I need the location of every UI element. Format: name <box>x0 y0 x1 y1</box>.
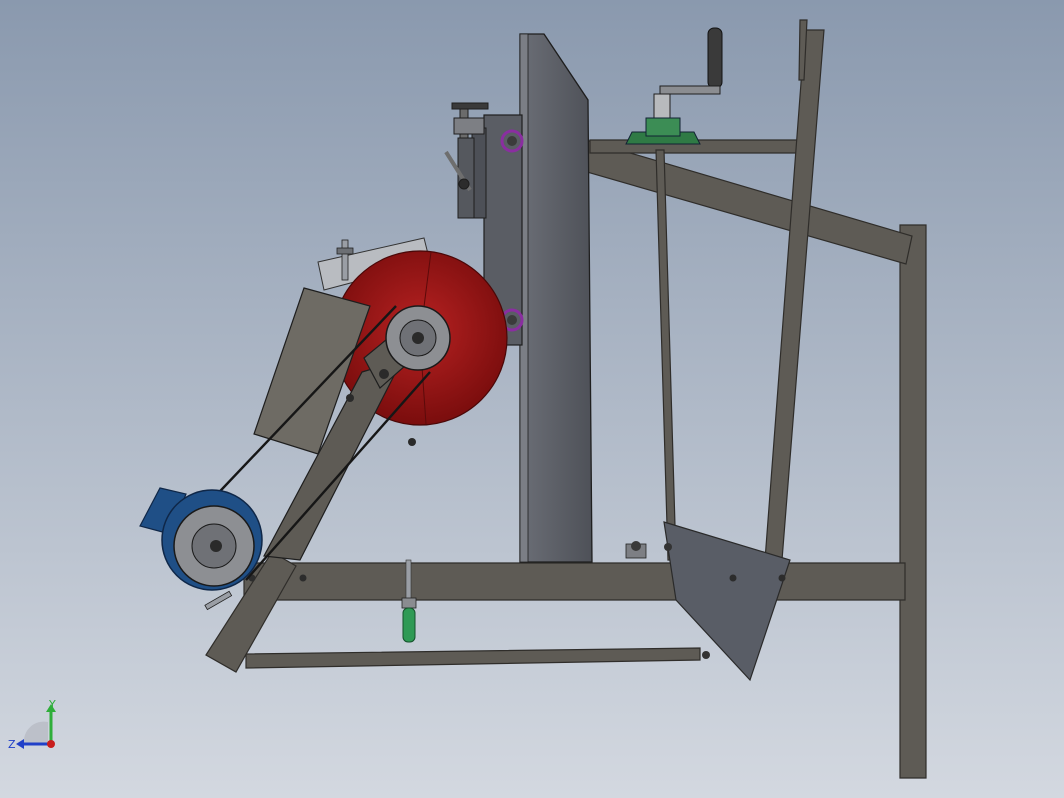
z-axis-arrow-head <box>16 739 24 749</box>
arm-pivot-pin <box>408 438 416 446</box>
bolt-hole <box>729 574 737 582</box>
motor-foot-bolt <box>204 590 233 611</box>
cad-model-scene[interactable] <box>0 0 1064 798</box>
guide-bolt-upper-core <box>507 136 517 146</box>
base-beam <box>243 562 906 601</box>
coordinate-triad: Y Z <box>8 698 68 760</box>
motor-shaft <box>210 540 222 552</box>
fitting-nut <box>631 541 641 551</box>
right-post <box>899 224 927 779</box>
arm-pivot-pin <box>379 369 389 379</box>
arm-pivot-pin <box>346 394 354 402</box>
blade-pulley <box>385 305 451 371</box>
bearing-housing <box>645 117 681 137</box>
clamp-pin <box>458 178 470 190</box>
bolt-hole <box>778 574 786 582</box>
gusset-bolt <box>702 651 710 659</box>
adjust-bolt <box>341 239 349 281</box>
bolt-hole <box>299 574 307 582</box>
crank-handle <box>707 27 723 89</box>
rear-slanted-post <box>764 29 825 561</box>
upper-diagonal-beam <box>579 139 913 265</box>
tension-nut <box>401 597 417 609</box>
gusset-bolt <box>664 543 672 551</box>
clamp-handwheel <box>451 102 489 110</box>
tension-rod <box>405 559 412 601</box>
lower-tie-rod <box>245 647 701 669</box>
triad-base-arc <box>23 721 48 744</box>
clamp-body <box>453 117 485 135</box>
triad-origin <box>47 740 55 748</box>
base-fitting <box>625 541 647 559</box>
table-plate-face <box>519 33 593 563</box>
triad-graphic: Y Z <box>8 698 56 751</box>
adjust-bolt-nut <box>336 247 354 255</box>
y-axis-label: Y <box>48 700 56 711</box>
crank-shaft <box>653 93 671 121</box>
crank-arm <box>659 85 721 95</box>
tension-grip <box>402 607 416 643</box>
crank-assembly <box>625 27 723 145</box>
work-table-plate <box>519 33 593 563</box>
blade-pulley-bore <box>412 332 424 344</box>
inner-vertical-rod <box>655 149 677 561</box>
cad-viewport[interactable]: Y Z <box>0 0 1064 798</box>
z-axis-label: Z <box>8 738 16 751</box>
guide-bolt-lower-core <box>507 315 517 325</box>
